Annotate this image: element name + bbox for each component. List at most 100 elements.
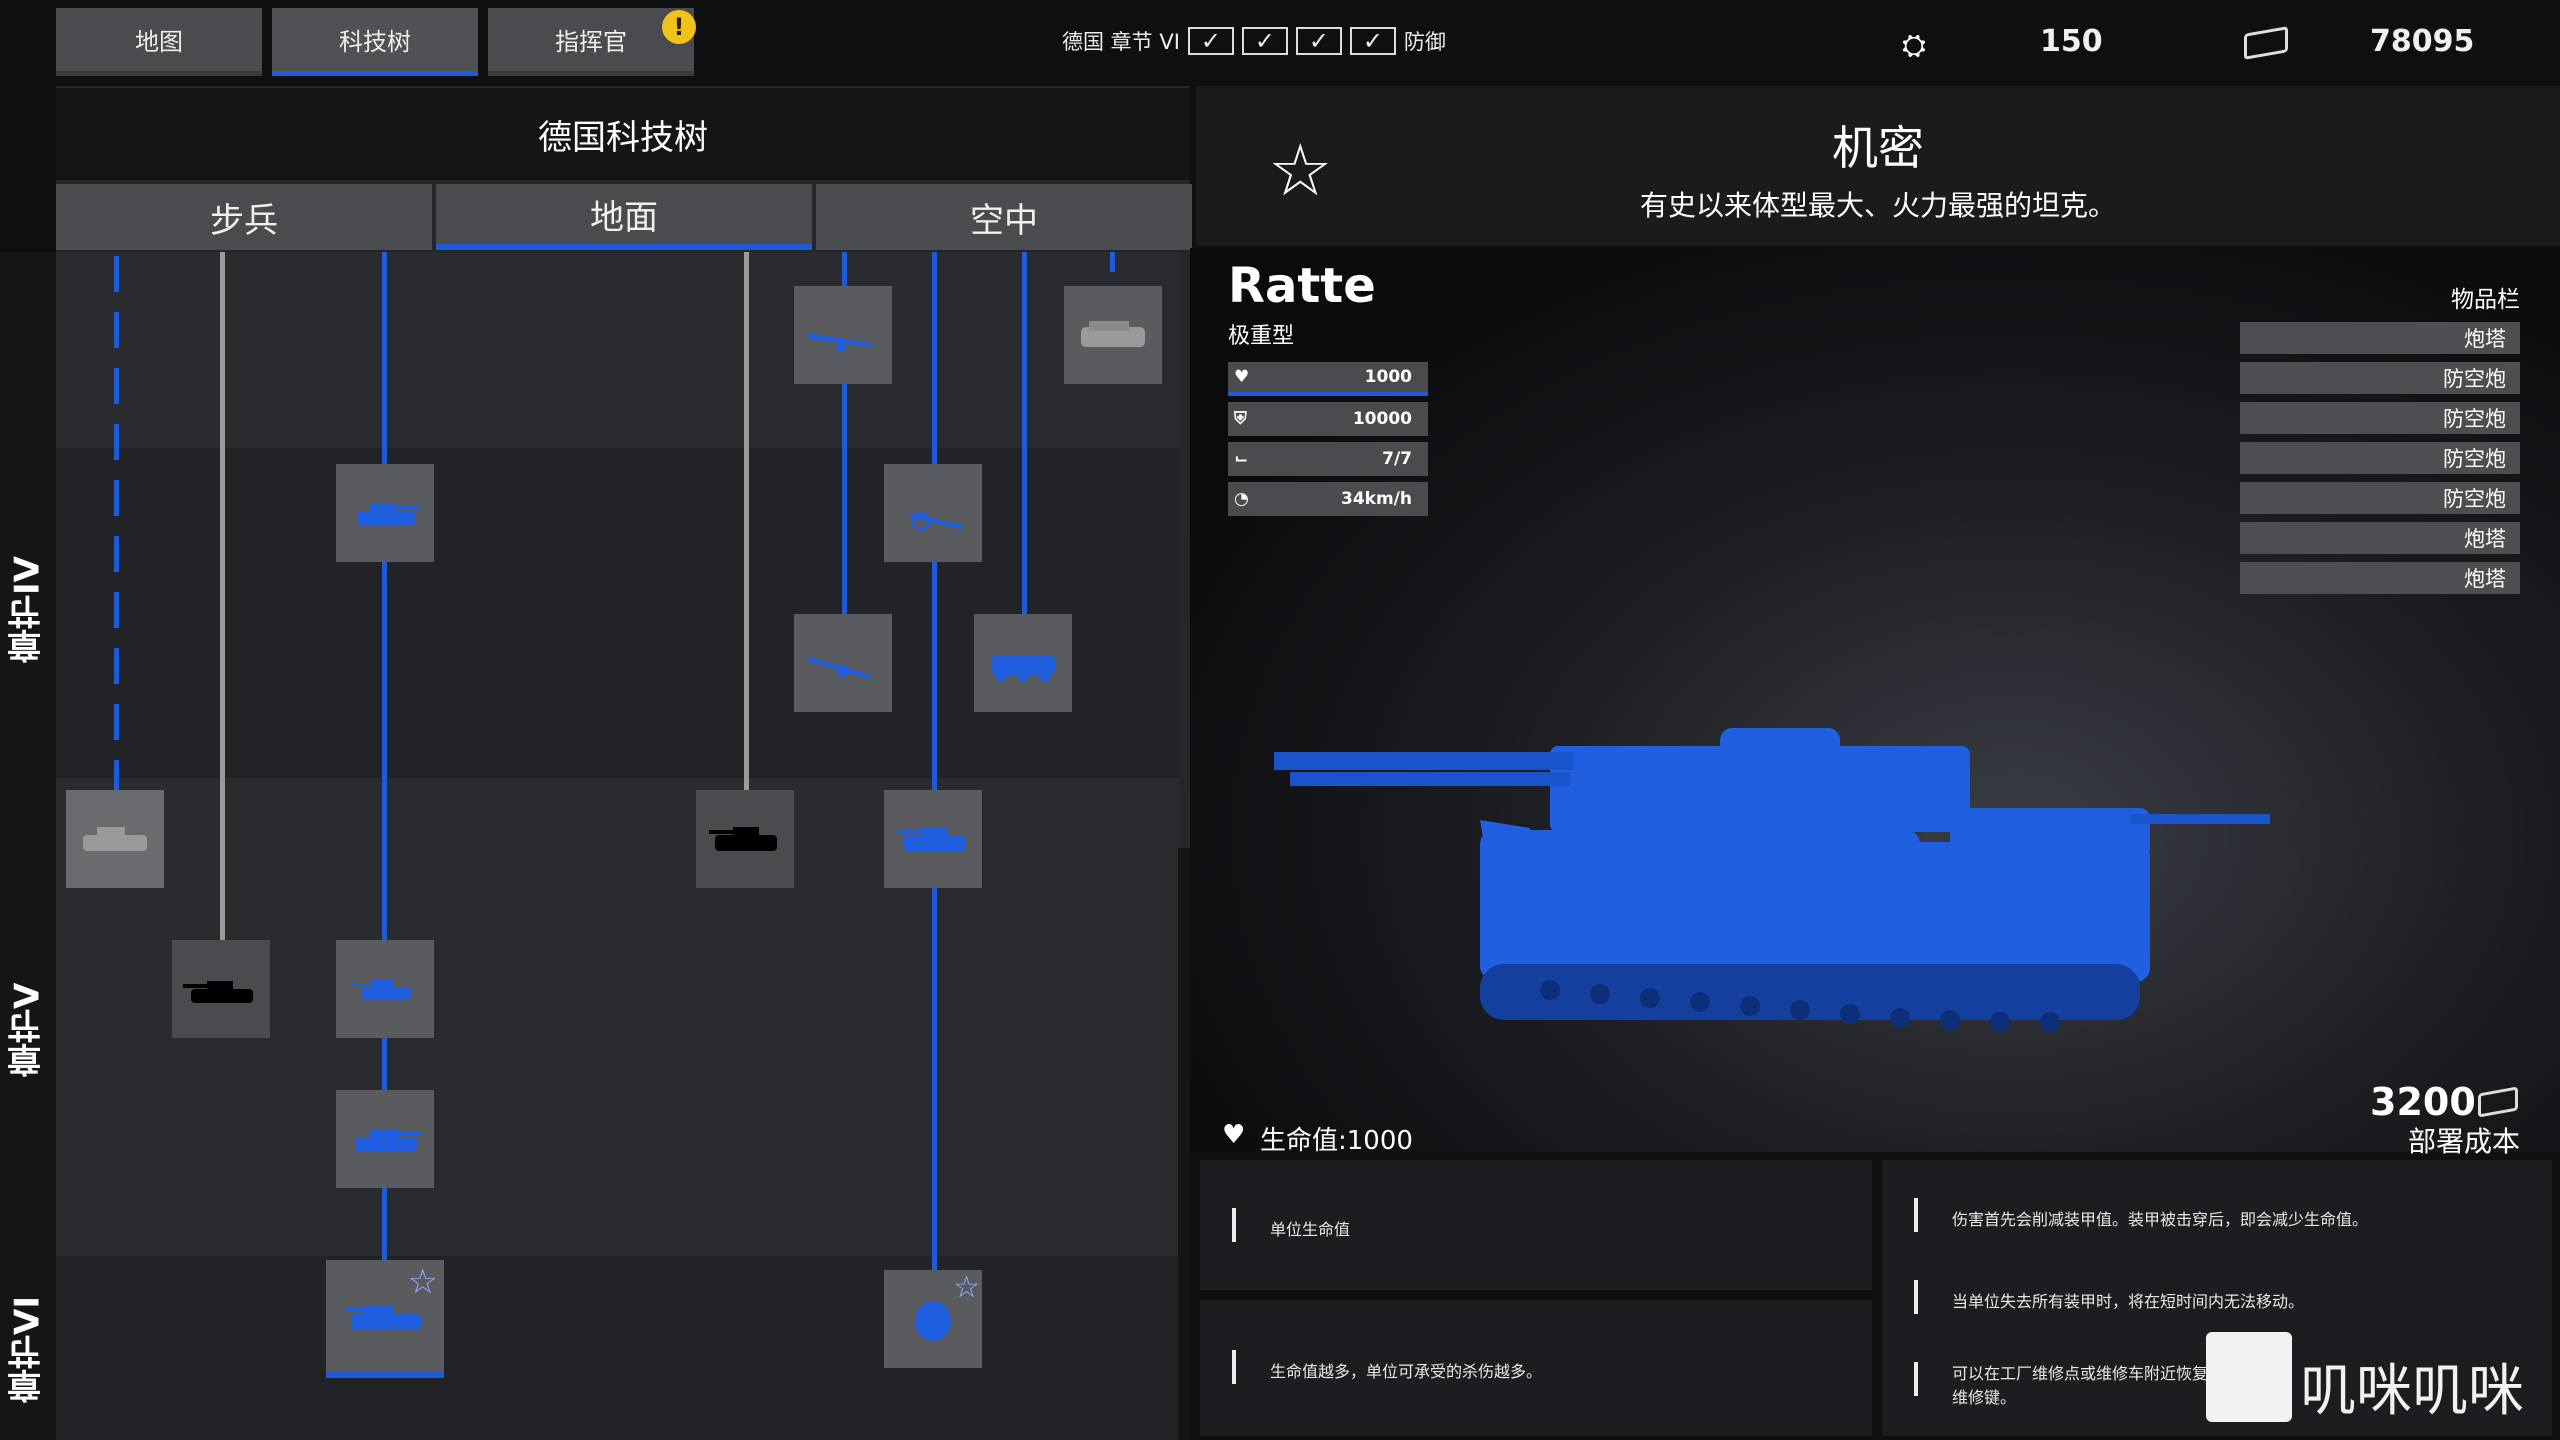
tab-tech-tree-label: 科技树 <box>339 28 411 56</box>
hp-heart-icon: ♥ <box>1222 1120 1246 1150</box>
stat-armor-value: 10000 <box>1352 409 1412 429</box>
connector-line <box>114 256 119 794</box>
locked-tank-icon <box>1081 321 1145 347</box>
tab-commander-label: 指挥官 <box>555 28 627 56</box>
unit-node-tank[interactable] <box>336 464 434 562</box>
stat-crew: ⌙ 7/7 <box>1228 442 1428 476</box>
connector-line <box>744 252 749 792</box>
deploy-cost: 3200 <box>2370 1080 2476 1124</box>
money-value: 78095 <box>2370 24 2475 59</box>
medium-tank-icon <box>355 1129 421 1151</box>
check-icon: ✓ <box>1187 27 1234 55</box>
unit-node-field-gun[interactable] <box>884 464 982 562</box>
inventory-slot[interactable]: 炮塔 <box>2240 522 2520 554</box>
tab-commander[interactable]: 指挥官! <box>488 8 696 76</box>
chapter-label: 德国 章节 VI <box>1062 30 1180 54</box>
warning-icon: ! <box>662 10 696 44</box>
unit-node-silhouette-tank[interactable] <box>172 940 270 1038</box>
speedometer-icon: ◔ <box>1234 489 1249 509</box>
chapter-band <box>0 252 1180 448</box>
unit-class: 极重型 <box>1228 324 1295 349</box>
bullet-bar <box>1914 1198 1918 1232</box>
tab-ground[interactable]: 地面 <box>436 184 812 250</box>
unit-node-bomb[interactable]: ☆ <box>884 1270 982 1368</box>
light-tank-icon <box>351 980 411 999</box>
unit-node-spg[interactable] <box>884 790 982 888</box>
chapter-5-label: 章节V <box>7 982 48 1078</box>
stat-health: ♥ 1000 <box>1228 362 1428 396</box>
info-text: 生命值越多，单位可承受的杀伤越多。 <box>1270 1362 1543 1381</box>
inventory-title: 物品栏 <box>2451 287 2520 313</box>
connector-line <box>1110 252 1115 272</box>
tab-map-label: 地图 <box>135 28 183 56</box>
tab-air[interactable]: 空中 <box>816 184 1192 250</box>
tab-infantry[interactable]: 步兵 <box>56 184 432 250</box>
unit-node-medium-tank[interactable] <box>336 1090 434 1188</box>
field-gun-icon <box>909 511 963 531</box>
bullet-bar <box>1914 1280 1918 1314</box>
stat-crew-value: 7/7 <box>1382 449 1412 469</box>
screen: 地图 科技树 指挥官! 德国 章节 VI ✓ ✓ ✓ ✓ 防御 ⛭ 150 78… <box>0 0 2560 1440</box>
inventory-slot[interactable]: 防空炮 <box>2240 442 2520 474</box>
inventory-slot[interactable]: 防空炮 <box>2240 402 2520 434</box>
connector-line <box>1022 252 1027 632</box>
unit-node-silhouette-spg[interactable] <box>696 790 794 888</box>
connector-line <box>932 252 937 1270</box>
seat-icon: ⌙ <box>1234 449 1249 469</box>
scrollbar[interactable] <box>1178 848 1190 1440</box>
bullet-bar <box>1914 1362 1918 1396</box>
bullet-bar <box>1232 1208 1236 1242</box>
unit-name: Ratte <box>1228 258 1376 314</box>
units-icon: ⛭ <box>1902 28 1926 63</box>
shield-icon: ⛨ <box>1234 409 1247 429</box>
chapter-sidebar <box>0 252 56 1440</box>
locked-heavy-tank-icon <box>83 827 147 851</box>
tab-map[interactable]: 地图 <box>56 8 262 76</box>
classified-title: 机密 <box>1832 121 1924 175</box>
info-text: 伤害首先会削减装甲值。装甲被击穿后，即会减少生命值。 <box>1952 1210 2369 1229</box>
watermark-text: 叽咪叽咪 <box>2300 1359 2524 1424</box>
stat-speed-value: 34km/h <box>1341 489 1412 509</box>
check-icon: ✓ <box>1349 27 1396 55</box>
info-box: 生命值越多，单位可承受的杀伤越多。 <box>1200 1300 1872 1436</box>
unit-node-locked-heavy[interactable] <box>66 790 164 888</box>
star-icon: ☆ <box>953 1270 980 1305</box>
inventory-slot[interactable]: 防空炮 <box>2240 482 2520 514</box>
check-icon: ✓ <box>1295 27 1342 55</box>
unit-node-locked-tank[interactable] <box>1064 286 1162 384</box>
tank-silhouette-icon <box>183 981 253 1003</box>
inventory-slot[interactable]: 炮塔 <box>2240 562 2520 594</box>
stat-health-value: 1000 <box>1364 367 1412 387</box>
money-icon <box>2244 26 2288 60</box>
watermark-logo <box>2206 1332 2292 1422</box>
stat-speed: ◔ 34km/h <box>1228 482 1428 516</box>
info-box: 单位生命值 <box>1200 1160 1872 1290</box>
tech-tree-title: 德国科技树 <box>56 88 1190 180</box>
chapter-6-label: 章节VI <box>7 1296 48 1404</box>
unit-node-armored-car[interactable] <box>974 614 1072 712</box>
inventory-slot[interactable]: 炮塔 <box>2240 322 2520 354</box>
connector-line <box>220 252 225 942</box>
howitzer-icon <box>807 657 871 679</box>
units-value: 150 <box>2040 24 2103 59</box>
info-text: 单位生命值 <box>1270 1220 1351 1239</box>
inventory-slot[interactable]: 防空炮 <box>2240 362 2520 394</box>
mode-label: 防御 <box>1403 30 1446 54</box>
unit-description: 有史以来体型最大、火力最强的坦克。 <box>1639 189 2116 222</box>
armored-car-icon <box>991 655 1055 682</box>
unit-node-ratte[interactable]: ☆ <box>326 1260 444 1378</box>
check-icon: ✓ <box>1241 27 1288 55</box>
spg-icon <box>897 827 965 851</box>
artillery-icon <box>807 333 873 352</box>
unit-node-artillery[interactable] <box>794 286 892 384</box>
hp-label: 生命值:1000 <box>1260 1126 1413 1156</box>
chapter-status: 德国 章节 VI ✓ ✓ ✓ ✓ 防御 <box>1062 26 1446 56</box>
tab-tech-tree[interactable]: 科技树 <box>272 8 478 76</box>
tank-icon <box>357 503 419 525</box>
unit-node-light-tank[interactable] <box>336 940 434 1038</box>
chapter-band <box>0 1256 1180 1440</box>
heart-icon: ♥ <box>1234 367 1250 387</box>
unit-node-howitzer[interactable] <box>794 614 892 712</box>
info-text: 当单位失去所有装甲时，将在短时间内无法移动。 <box>1952 1292 2305 1311</box>
star-icon: ☆ <box>407 1262 438 1302</box>
